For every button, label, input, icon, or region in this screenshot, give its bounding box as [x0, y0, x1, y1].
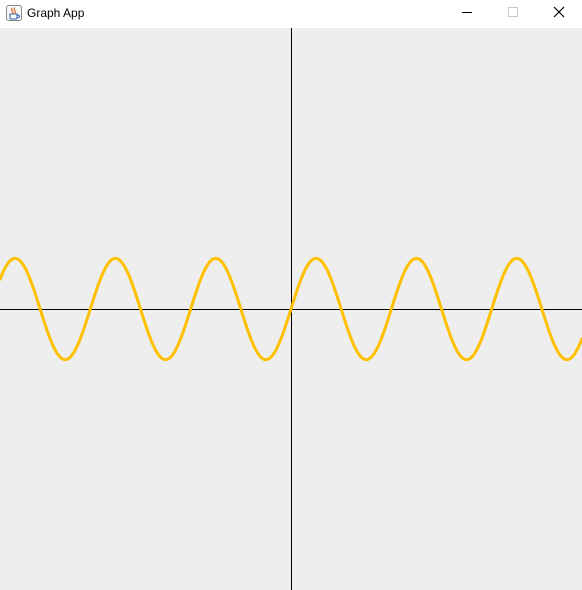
java-coffee-cup-icon [6, 5, 22, 21]
title-bar[interactable]: Graph App [0, 0, 582, 28]
app-window: Graph App [0, 0, 582, 590]
window-title: Graph App [27, 6, 85, 20]
minimize-icon [462, 12, 472, 13]
close-icon [553, 6, 565, 18]
maximize-icon [508, 7, 518, 17]
graph-canvas[interactable] [0, 28, 582, 590]
minimize-button[interactable] [444, 0, 490, 28]
close-button[interactable] [536, 0, 582, 28]
maximize-button[interactable] [490, 0, 536, 28]
graph-plot [0, 28, 582, 590]
